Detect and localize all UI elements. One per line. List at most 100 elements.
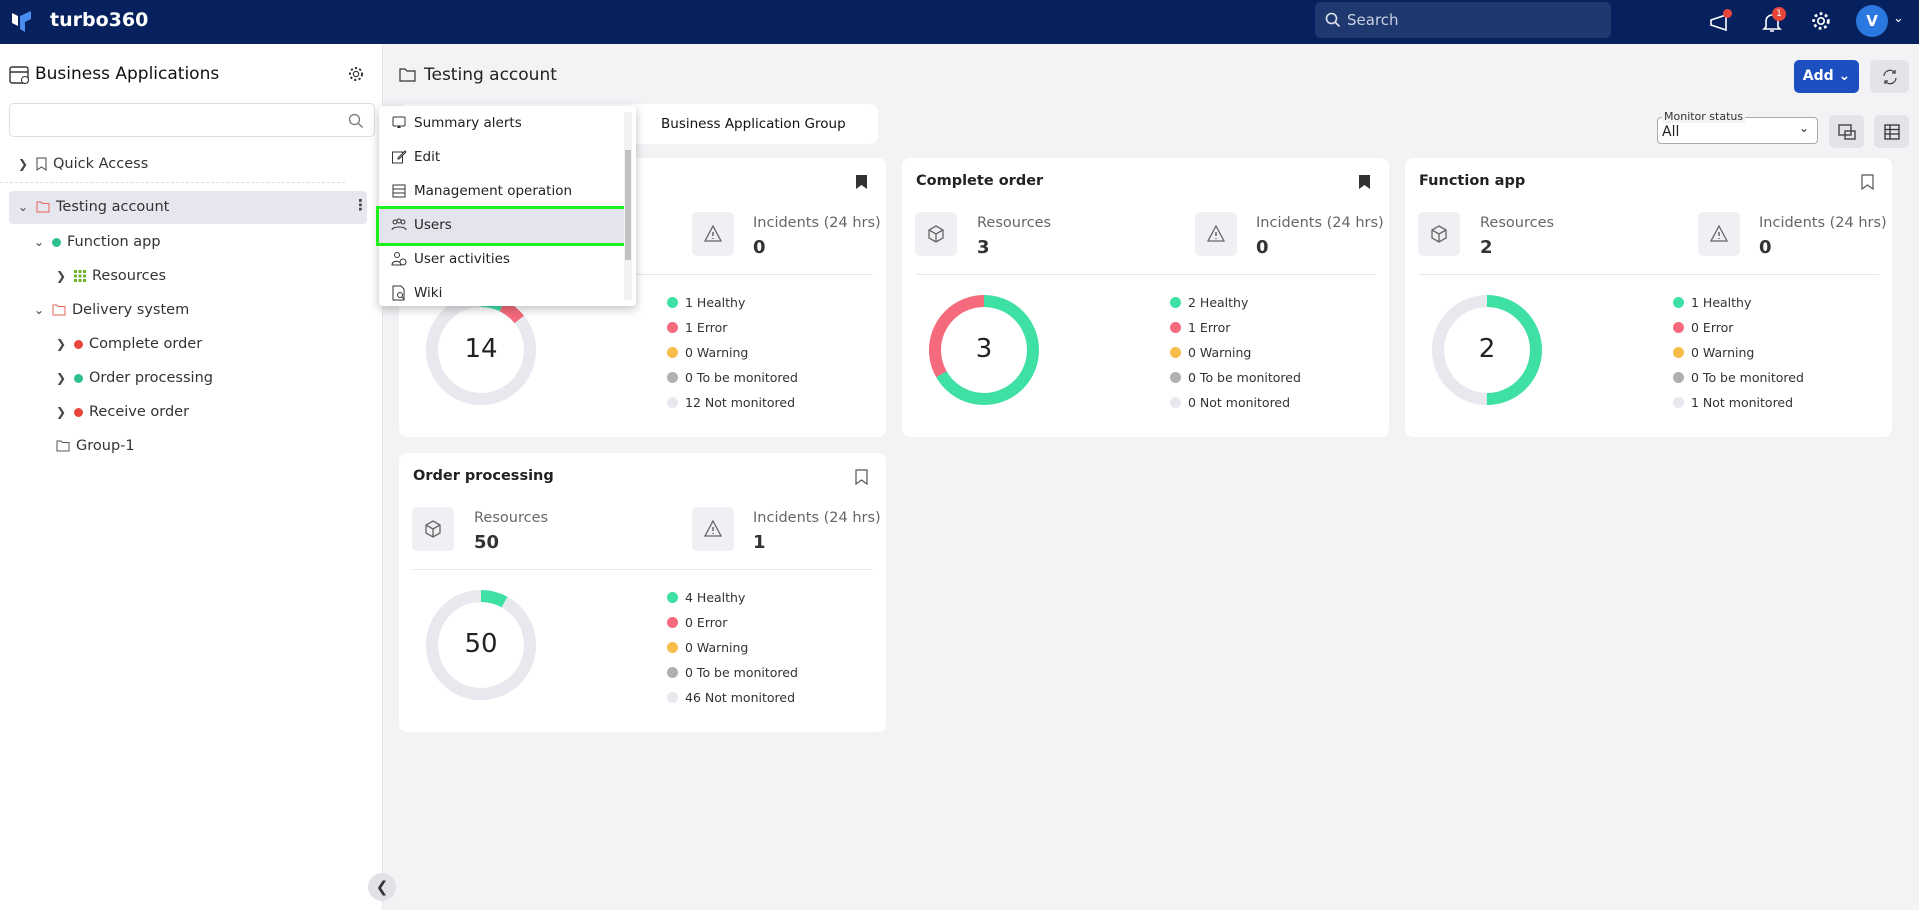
sidebar-item-quick-access[interactable]: ❯ Quick Access: [18, 152, 148, 176]
resources-label: Resources: [474, 510, 549, 526]
chevron-right-icon[interactable]: ❯: [56, 405, 68, 419]
legend-item: 0 To be monitored: [1673, 365, 1804, 390]
incidents-icon-box: [692, 212, 734, 256]
legend-dot-icon: [1673, 297, 1684, 308]
more-options-icon[interactable]: ⋮: [353, 196, 368, 214]
chevron-right-icon[interactable]: ❯: [56, 269, 68, 283]
divider: [0, 182, 345, 183]
status-dot-icon: [74, 339, 83, 349]
legend-label: 0 Error: [685, 615, 728, 630]
card-title: Order processing: [413, 468, 554, 484]
application-card[interactable]: Function app Resources 2 Incidents (24 h…: [1405, 158, 1892, 437]
legend-dot-icon: [1170, 297, 1181, 308]
menu-item-management-operation[interactable]: Management operation: [391, 174, 572, 208]
announcement-dot: [1723, 9, 1732, 18]
tile-view-icon: [1837, 123, 1856, 140]
resources-count: 3: [977, 237, 990, 258]
legend-item: 0 Warning: [667, 635, 798, 660]
chevron-down-icon[interactable]: ⌄: [34, 303, 46, 317]
incidents-icon-box: [692, 507, 734, 551]
menu-item-label: User activities: [414, 251, 510, 267]
table-view-button[interactable]: [1874, 115, 1909, 148]
top-bar: turbo360 Search 1 V ⌄: [0, 0, 1919, 44]
menu-item-summary-alerts[interactable]: Summary alerts: [391, 106, 522, 140]
donut-total: 2: [1478, 334, 1496, 364]
legend-item: 12 Not monitored: [667, 390, 798, 415]
folder-icon: [36, 201, 50, 213]
chevron-down-icon[interactable]: ⌄: [34, 235, 46, 249]
legend-label: 1 Not monitored: [1691, 395, 1794, 410]
application-card[interactable]: Order processing Resources 50 Incidents …: [399, 453, 886, 732]
sidebar-tree-item[interactable]: ❯ Resources: [56, 264, 166, 288]
brand-name: turbo360: [50, 9, 149, 31]
chevron-down-icon[interactable]: ⌄: [18, 200, 30, 214]
bookmark-icon[interactable]: [1358, 174, 1371, 190]
sidebar-settings-icon[interactable]: [347, 65, 365, 83]
chevron-right-icon[interactable]: ❯: [56, 337, 68, 351]
legend-dot-icon: [1673, 347, 1684, 358]
resources-icon-box: [1418, 212, 1460, 256]
menu-item-user-activities[interactable]: User activities: [391, 242, 510, 276]
menu-item-wiki[interactable]: Wiki: [391, 276, 442, 310]
resources-icon-box: [412, 507, 454, 551]
legend-item: 0 Error: [667, 610, 798, 635]
sidebar-title: Business Applications: [35, 64, 220, 84]
legend-dot-icon: [667, 372, 678, 383]
warning-icon: [1206, 224, 1226, 242]
chevron-down-icon: ⌄: [1798, 121, 1809, 135]
tab-business-application-group[interactable]: Business Application Group: [661, 116, 846, 132]
sidebar-tree-item[interactable]: ❯ Order processing: [56, 366, 213, 390]
legend-item: 1 Error: [667, 315, 798, 340]
legend-label: 0 To be monitored: [1691, 370, 1804, 385]
page-title-text: Testing account: [424, 65, 557, 85]
sidebar-tree-item[interactable]: ⌄ Testing account: [18, 195, 169, 219]
refresh-button[interactable]: [1870, 60, 1909, 93]
menu-scrollbar[interactable]: [624, 112, 632, 300]
add-button[interactable]: Add ⌄: [1794, 60, 1859, 93]
turbo360-logo: [12, 11, 31, 32]
status-legend: 4 Healthy 0 Error 0 Warning 0 To be monitor…: [667, 585, 798, 710]
application-card[interactable]: Complete order Resources 3 Incidents (24…: [902, 158, 1389, 437]
announcements-button[interactable]: [1708, 9, 1732, 34]
legend-dot-icon: [1673, 322, 1684, 333]
sidebar-tree-item[interactable]: ⌄ Delivery system: [34, 298, 189, 322]
sidebar-tree-item[interactable]: ❯ Receive order: [56, 400, 189, 424]
sidebar-tree-item[interactable]: Group-1: [56, 434, 135, 458]
legend-item: 0 Warning: [667, 340, 798, 365]
chevron-right-icon[interactable]: ❯: [56, 371, 68, 385]
legend-dot-icon: [1673, 372, 1684, 383]
global-search[interactable]: Search: [1315, 2, 1611, 38]
incidents-count: 0: [753, 237, 766, 258]
cube-icon: [1431, 225, 1447, 243]
donut-total: 3: [975, 334, 993, 364]
warning-icon: [703, 224, 723, 242]
legend-label: 46 Not monitored: [685, 690, 796, 705]
context-menu: Summary alerts Edit Management operation Us…: [376, 106, 636, 306]
legend-dot-icon: [667, 667, 678, 678]
bookmark-icon[interactable]: [855, 469, 868, 485]
sidebar-search-input[interactable]: [9, 103, 375, 137]
menu-item-users[interactable]: Users: [391, 208, 452, 242]
collapse-sidebar-button[interactable]: ❮: [368, 873, 396, 901]
bookmark-icon[interactable]: [855, 174, 868, 190]
legend-item: 1 Healthy: [1673, 290, 1804, 315]
tile-view-button[interactable]: [1829, 115, 1864, 148]
incidents-label: Incidents (24 hrs): [753, 510, 881, 526]
status-dot-icon: [74, 407, 83, 417]
sidebar-tree-item[interactable]: ❯ Complete order: [56, 332, 202, 356]
notification-badge: 1: [1772, 7, 1786, 21]
notifications-button[interactable]: 1: [1760, 7, 1786, 34]
card-divider: [413, 569, 873, 570]
card-title: Function app: [1419, 173, 1526, 189]
monitor-status-value: All: [1662, 124, 1680, 140]
user-avatar[interactable]: V: [1856, 5, 1888, 37]
bookmark-icon[interactable]: [1861, 174, 1874, 190]
chevron-down-icon[interactable]: ⌄: [1893, 11, 1904, 26]
legend-label: 1 Healthy: [1691, 295, 1752, 310]
menu-item-edit[interactable]: Edit: [391, 140, 440, 174]
search-icon: [348, 113, 363, 128]
sidebar-tree-item[interactable]: ⌄ Function app: [34, 230, 161, 254]
settings-button[interactable]: [1810, 10, 1834, 34]
resources-label: Resources: [977, 215, 1052, 231]
legend-dot-icon: [1673, 397, 1684, 408]
